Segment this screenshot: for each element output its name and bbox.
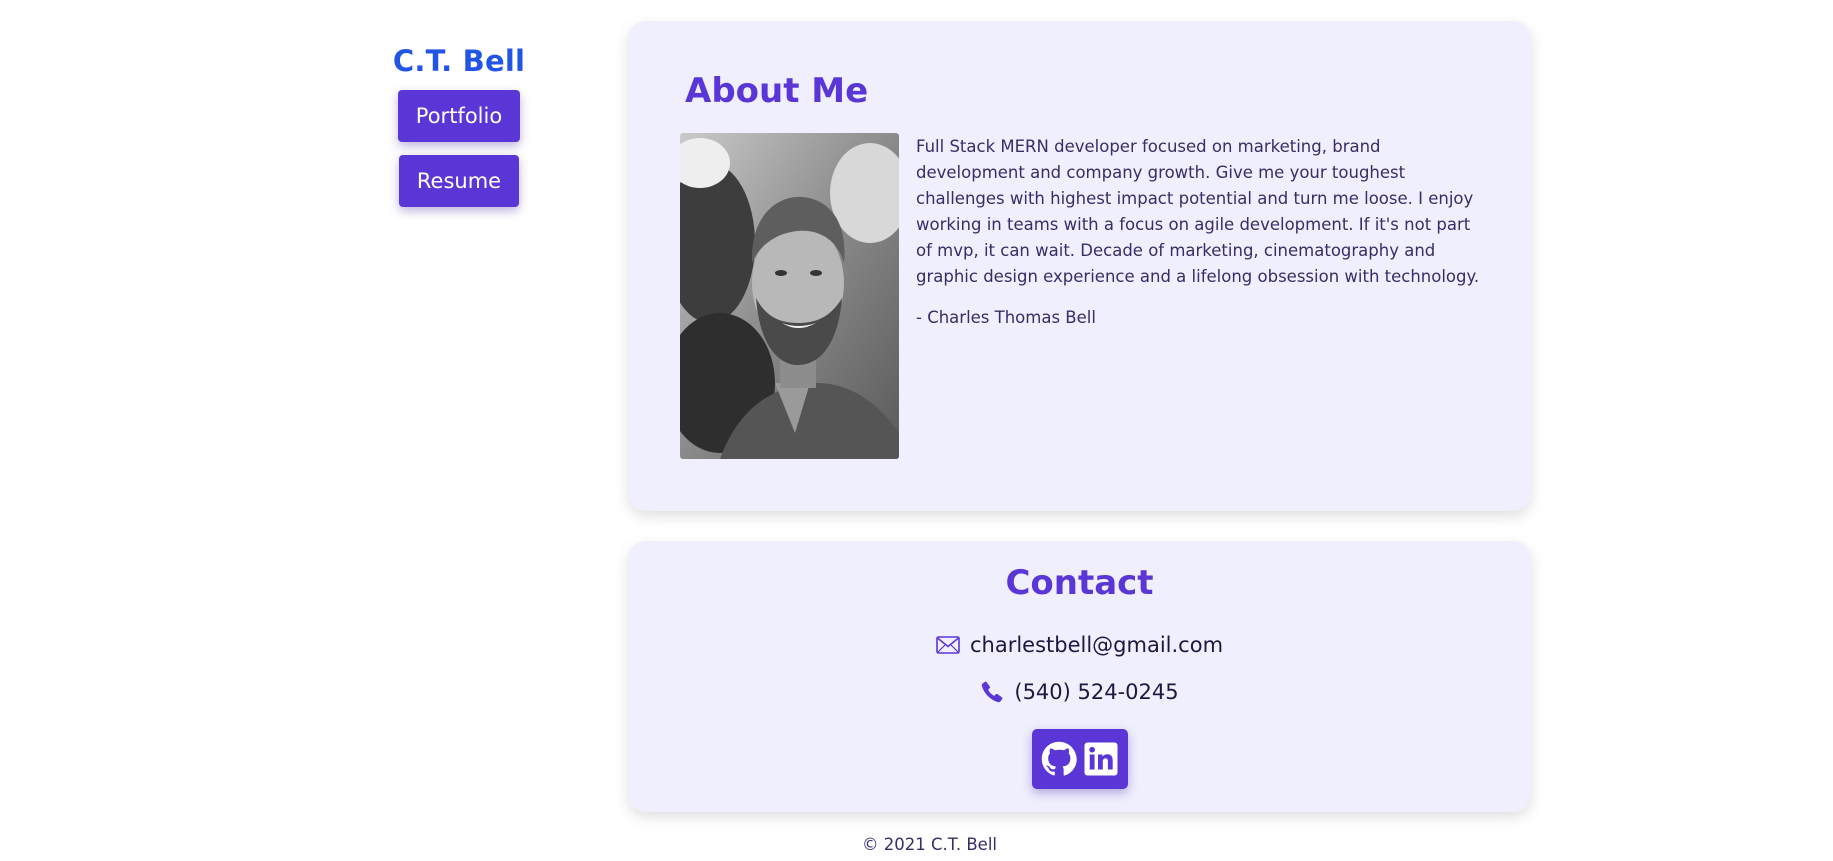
sidebar: C.T. Bell Portfolio Resume bbox=[380, 44, 538, 207]
linkedin-icon[interactable] bbox=[1083, 741, 1119, 777]
profile-photo bbox=[680, 133, 899, 459]
portfolio-button[interactable]: Portfolio bbox=[397, 90, 521, 142]
about-title: About Me bbox=[685, 71, 869, 111]
footer-copyright: © 2021 C.T. Bell bbox=[862, 835, 997, 854]
email-link[interactable]: charlestbell@gmail.com bbox=[970, 633, 1223, 657]
phone-icon bbox=[980, 680, 1004, 704]
brand-name: C.T. Bell bbox=[392, 44, 526, 78]
page: C.T. Bell Portfolio Resume About Me Full… bbox=[0, 0, 1833, 861]
contact-card: Contact charlestbell@gmail.com (540) 524… bbox=[628, 541, 1531, 812]
phone-row: (540) 524-0245 bbox=[628, 680, 1531, 704]
email-row: charlestbell@gmail.com bbox=[628, 633, 1531, 657]
github-icon[interactable] bbox=[1041, 741, 1077, 777]
mail-icon bbox=[936, 636, 960, 654]
social-links bbox=[1032, 729, 1128, 789]
about-card: About Me Full Stack MERN developer focus… bbox=[628, 21, 1531, 511]
contact-title: Contact bbox=[1005, 563, 1154, 603]
about-description: Full Stack MERN developer focused on mar… bbox=[916, 137, 1480, 286]
phone-link[interactable]: (540) 524-0245 bbox=[1014, 680, 1178, 704]
resume-button[interactable]: Resume bbox=[398, 155, 520, 207]
about-signature: - Charles Thomas Bell bbox=[916, 308, 1096, 327]
